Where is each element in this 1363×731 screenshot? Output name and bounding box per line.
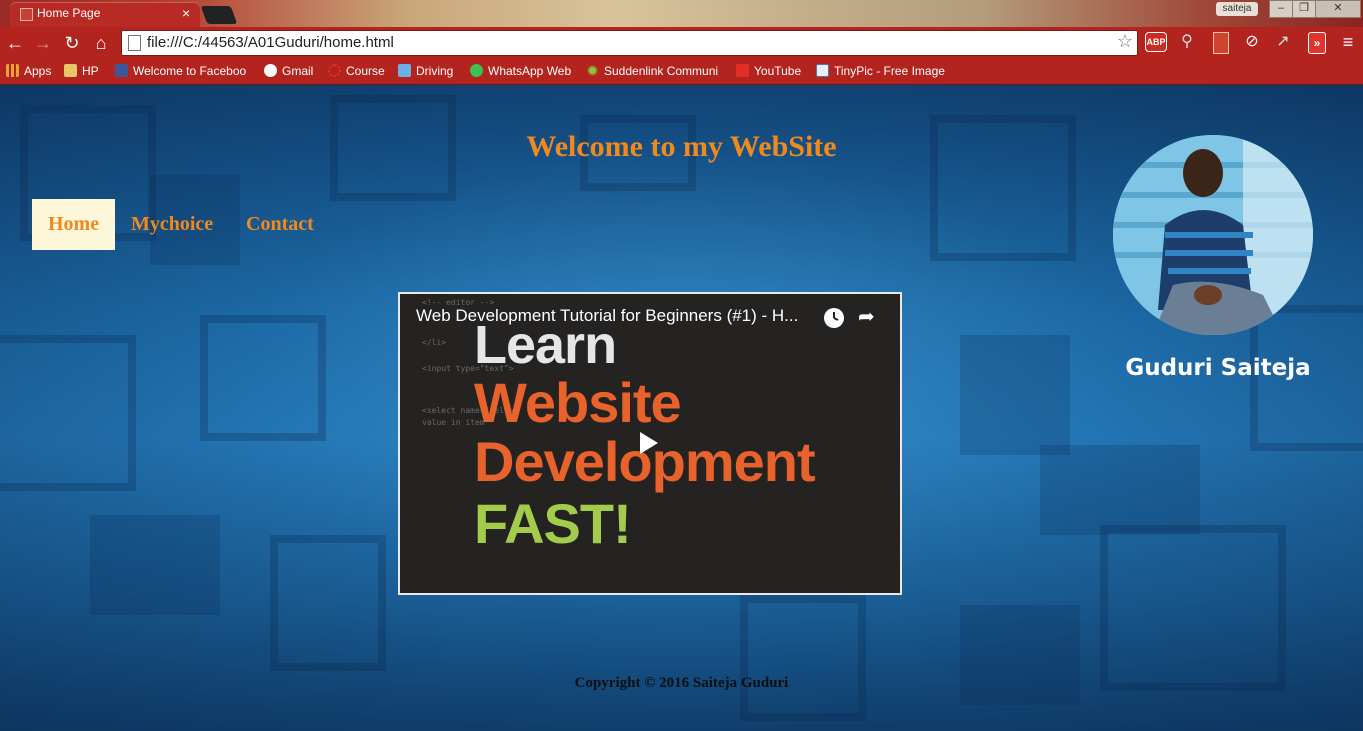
bookmark-tinypic[interactable]: TinyPic - Free Image bbox=[816, 62, 952, 80]
url-text[interactable]: file:///C:/44563/A01Guduri/home.html bbox=[147, 34, 394, 51]
bookmark-suddenlink[interactable]: Suddenlink Communi bbox=[586, 62, 726, 80]
page-favicon-icon bbox=[20, 8, 33, 21]
background-square bbox=[1100, 525, 1286, 691]
back-button[interactable]: ← bbox=[4, 32, 26, 54]
bookmark-star-icon[interactable]: ☆ bbox=[1117, 31, 1133, 52]
background-square bbox=[1040, 445, 1200, 535]
minimize-button[interactable]: – bbox=[1269, 0, 1293, 18]
google-icon bbox=[264, 64, 277, 77]
background-square bbox=[960, 335, 1070, 455]
adblock-plus-icon[interactable]: ABP bbox=[1145, 32, 1167, 52]
background-square bbox=[0, 335, 136, 491]
bookmark-gmail[interactable]: Gmail bbox=[264, 62, 320, 80]
bookmark-course[interactable]: Course bbox=[328, 62, 390, 80]
bookmark-hp[interactable]: HP bbox=[64, 62, 106, 80]
play-icon[interactable] bbox=[640, 432, 658, 454]
suddenlink-icon bbox=[586, 64, 599, 77]
tab-strip: Home Page × saiteja – ❐ ✕ bbox=[0, 0, 1363, 27]
bookmark-book-icon[interactable] bbox=[1213, 32, 1229, 54]
video-title[interactable]: Web Development Tutorial for Beginners (… bbox=[416, 306, 798, 326]
nav-link-contact[interactable]: Contact bbox=[230, 199, 330, 250]
bookmark-youtube[interactable]: YouTube bbox=[736, 62, 808, 80]
nav-link-mychoice[interactable]: Mychoice bbox=[115, 199, 229, 250]
youtube-icon bbox=[736, 64, 749, 77]
restore-button[interactable]: ❐ bbox=[1292, 0, 1316, 18]
driving-icon bbox=[398, 64, 411, 77]
home-button[interactable]: ⌂ bbox=[90, 32, 112, 54]
bookmark-whatsapp[interactable]: WhatsApp Web bbox=[470, 62, 578, 80]
reload-button[interactable]: ↻ bbox=[61, 32, 83, 54]
embedded-video-player[interactable]: <!-- editor --> </li> <input type="text"… bbox=[398, 292, 902, 595]
dotted-circle-icon bbox=[328, 64, 341, 77]
tab-close-icon[interactable]: × bbox=[182, 5, 190, 21]
address-bar[interactable]: file:///C:/44563/A01Guduri/home.html ☆ bbox=[121, 30, 1138, 56]
copyright-footer: Copyright © 2016 Saiteja Guduri bbox=[574, 675, 789, 691]
background-square bbox=[270, 535, 386, 671]
browser-toolbar: ← → ↻ ⌂ file:///C:/44563/A01Guduri/home.… bbox=[0, 27, 1363, 58]
forward-button[interactable]: → bbox=[32, 32, 54, 54]
web-page: Welcome to my WebSite Home Mychoice Cont… bbox=[0, 85, 1363, 731]
search-magnifier-icon[interactable]: ⚲ bbox=[1177, 32, 1197, 52]
thumbnail-text-fast: FAST! bbox=[474, 492, 632, 555]
forward-icon[interactable]: » bbox=[1308, 32, 1326, 54]
tab-home-page[interactable]: Home Page × bbox=[10, 2, 200, 27]
nav-link-home[interactable]: Home bbox=[32, 199, 115, 250]
browser-window: Home Page × saiteja – ❐ ✕ ← → ↻ ⌂ file:/… bbox=[0, 0, 1363, 731]
share-arrow-icon[interactable]: ➦ bbox=[858, 304, 875, 329]
tinypic-icon bbox=[816, 64, 829, 77]
facebook-icon bbox=[115, 64, 128, 77]
bookmarks-bar: Apps HP Welcome to Faceboo Gmail Course … bbox=[0, 58, 1363, 85]
page-icon bbox=[128, 35, 141, 51]
profile-name: Guduri Saiteja bbox=[1125, 355, 1311, 381]
watch-later-clock-icon[interactable] bbox=[824, 308, 844, 328]
profile-photo bbox=[1113, 135, 1313, 335]
profile-button[interactable]: saiteja bbox=[1216, 2, 1258, 16]
bookmark-driving[interactable]: Driving bbox=[398, 62, 462, 80]
external-arrow-icon[interactable]: ↗ bbox=[1273, 32, 1293, 52]
folder-icon bbox=[64, 64, 77, 77]
new-tab-button[interactable] bbox=[200, 6, 238, 24]
bookmark-facebook[interactable]: Welcome to Faceboo bbox=[115, 62, 253, 80]
background-square bbox=[200, 315, 326, 441]
close-window-button[interactable]: ✕ bbox=[1315, 0, 1361, 18]
background-square bbox=[90, 515, 220, 615]
background-square bbox=[740, 595, 866, 721]
thumbnail-text-website: Website bbox=[474, 371, 682, 434]
whatsapp-icon bbox=[470, 64, 483, 77]
menu-icon[interactable]: ≡ bbox=[1338, 32, 1358, 52]
code-background-text: </li> bbox=[422, 338, 447, 347]
tab-title: Home Page bbox=[37, 6, 101, 20]
block-icon[interactable]: ⊘ bbox=[1242, 32, 1262, 52]
bookmark-apps[interactable]: Apps bbox=[6, 62, 56, 80]
apps-grid-icon bbox=[6, 64, 19, 77]
